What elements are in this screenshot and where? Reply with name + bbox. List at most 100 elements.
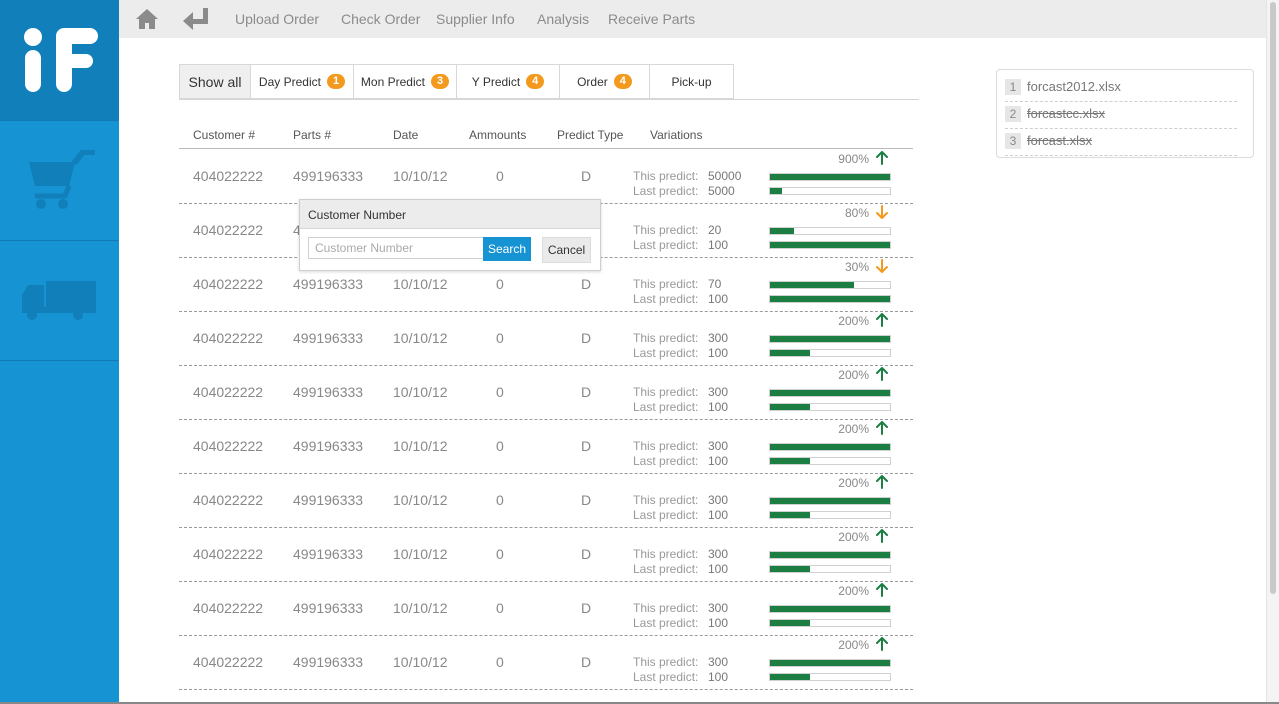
- scrollbar[interactable]: [1266, 0, 1279, 704]
- count-badge: 3: [430, 74, 450, 89]
- predict-type-cell: D: [581, 168, 592, 184]
- col-header-variations[interactable]: Variations: [650, 128, 702, 142]
- sidebar-divider: [0, 360, 119, 361]
- predict-type-cell: D: [581, 600, 592, 616]
- file-number: 3: [1005, 133, 1021, 149]
- this-predict-value: 300: [708, 547, 729, 561]
- this-predict-value: 300: [708, 655, 729, 669]
- amount-cell: 0: [496, 492, 504, 508]
- bar-fill: [770, 444, 890, 450]
- date-cell: 10/10/12: [393, 276, 448, 292]
- tab-order[interactable]: Order 4: [560, 64, 650, 99]
- app-logo[interactable]: [0, 0, 119, 120]
- count-badge: 1: [326, 74, 346, 89]
- search-button[interactable]: Search: [483, 237, 531, 261]
- this-predict-value: 300: [708, 331, 729, 345]
- cancel-button[interactable]: Cancel: [542, 237, 591, 263]
- table-row[interactable]: 404022222 499196333 10/10/12 0 D This predict…: [179, 527, 913, 582]
- top-nav-bar: Upload Order Check Order Supplier Info A…: [119, 0, 1266, 38]
- this-predict-label: This predict:: [633, 439, 699, 453]
- tab-label: Day Predict: [258, 74, 321, 89]
- last-predict-value: 100: [708, 670, 729, 684]
- truck-icon: [21, 281, 96, 320]
- parts-number: 499196333: [293, 438, 364, 454]
- bar-fill: [770, 660, 890, 666]
- customer-number: 404022222: [193, 546, 264, 562]
- last-predict-label: Last predict:: [633, 454, 699, 468]
- table-row[interactable]: 404022222 499196333 10/10/12 0 D This predict…: [179, 149, 913, 204]
- tab-mon-predict[interactable]: Mon Predict 3: [354, 64, 457, 99]
- parts-number: 499196333: [293, 168, 364, 184]
- nav-analysis[interactable]: Analysis: [537, 11, 589, 27]
- arrow-up-icon: [876, 475, 888, 494]
- nav-check-order[interactable]: Check Order: [341, 11, 420, 27]
- last-predict-label: Last predict:: [633, 238, 699, 252]
- predict-type-cell: D: [581, 384, 592, 400]
- table-row[interactable]: 404022222 499196333 10/10/12 0 D This predict…: [179, 581, 913, 636]
- this-predict-bar: [769, 497, 891, 505]
- date-cell: 10/10/12: [393, 384, 448, 400]
- variation-percent: 200%: [838, 638, 869, 652]
- nav-receive-parts[interactable]: Receive Parts: [608, 11, 695, 27]
- customer-number: 404022222: [193, 384, 264, 400]
- file-name[interactable]: forcast.xlsx: [1027, 133, 1092, 148]
- sidebar-item-cart[interactable]: [0, 120, 119, 241]
- last-predict-value: 100: [708, 454, 729, 468]
- table-row[interactable]: 404022222 499196333 10/10/12 0 D This predict…: [179, 311, 913, 366]
- tab-show-all[interactable]: Show all: [179, 64, 251, 99]
- amount-cell: 0: [496, 276, 504, 292]
- tab-day-predict[interactable]: Day Predict 1: [251, 64, 354, 99]
- file-list-panel: 1 forcast2012.xlsx 2 forcastcc.xlsx 3 fo…: [996, 69, 1254, 158]
- file-name[interactable]: forcast2012.xlsx: [1027, 79, 1121, 94]
- this-predict-value: 300: [708, 385, 729, 399]
- col-header-customer[interactable]: Customer #: [193, 128, 255, 142]
- last-predict-bar: [769, 457, 891, 465]
- scrollbar-thumb[interactable]: [1270, 2, 1276, 594]
- bar-fill: [770, 188, 782, 194]
- nav-upload-order[interactable]: Upload Order: [235, 11, 319, 27]
- sidebar-item-truck[interactable]: [0, 240, 119, 361]
- this-predict-label: This predict:: [633, 493, 699, 507]
- customer-number: 404022222: [193, 492, 264, 508]
- bar-fill: [770, 390, 890, 396]
- col-header-predict-type[interactable]: Predict Type: [557, 128, 623, 142]
- table-row[interactable]: 404022222 499196333 10/10/12 0 D This predict…: [179, 473, 913, 528]
- file-item[interactable]: 1 forcast2012.xlsx: [1005, 75, 1237, 102]
- file-item[interactable]: 2 forcastcc.xlsx: [1005, 102, 1237, 129]
- table-row[interactable]: 404022222 499196333 10/10/12 0 D This predict…: [179, 419, 913, 474]
- date-cell: 10/10/12: [393, 438, 448, 454]
- customer-number-input[interactable]: [308, 237, 488, 259]
- this-predict-label: This predict:: [633, 169, 699, 183]
- last-predict-bar: [769, 565, 891, 573]
- back-icon[interactable]: [183, 8, 209, 35]
- tab-pick-up[interactable]: Pick-up: [650, 64, 734, 99]
- this-predict-bar: [769, 605, 891, 613]
- predict-type-cell: D: [581, 276, 592, 292]
- nav-supplier-info[interactable]: Supplier Info: [436, 11, 515, 27]
- this-predict-bar: [769, 281, 891, 289]
- arrow-up-icon: [876, 151, 888, 170]
- tab-label: Pick-up: [671, 74, 712, 89]
- customer-number: 404022222: [193, 438, 264, 454]
- table-row[interactable]: 404022222 499196333 10/10/12 0 D This predict…: [179, 635, 913, 690]
- col-header-parts[interactable]: Parts #: [293, 128, 331, 142]
- home-icon[interactable]: [135, 8, 159, 35]
- file-item[interactable]: 3 forcast.xlsx: [1005, 129, 1237, 156]
- variation-percent: 200%: [838, 530, 869, 544]
- bar-fill: [770, 242, 890, 248]
- bar-fill: [770, 174, 890, 180]
- last-predict-bar: [769, 673, 891, 681]
- customer-number: 404022222: [193, 600, 264, 616]
- file-name[interactable]: forcastcc.xlsx: [1027, 106, 1105, 121]
- variation-percent: 200%: [838, 368, 869, 382]
- col-header-amounts[interactable]: Ammounts: [469, 128, 526, 142]
- variation-percent: 200%: [838, 476, 869, 490]
- this-predict-label: This predict:: [633, 655, 699, 669]
- last-predict-label: Last predict:: [633, 670, 699, 684]
- tab-y-predict[interactable]: Y Predict 4: [457, 64, 560, 99]
- cart-icon: [28, 150, 95, 209]
- table-row[interactable]: 404022222 499196333 10/10/12 0 D This predict…: [179, 365, 913, 420]
- count-badge: 4: [526, 74, 545, 89]
- col-header-date[interactable]: Date: [393, 128, 418, 142]
- arrow-up-icon: [876, 583, 888, 602]
